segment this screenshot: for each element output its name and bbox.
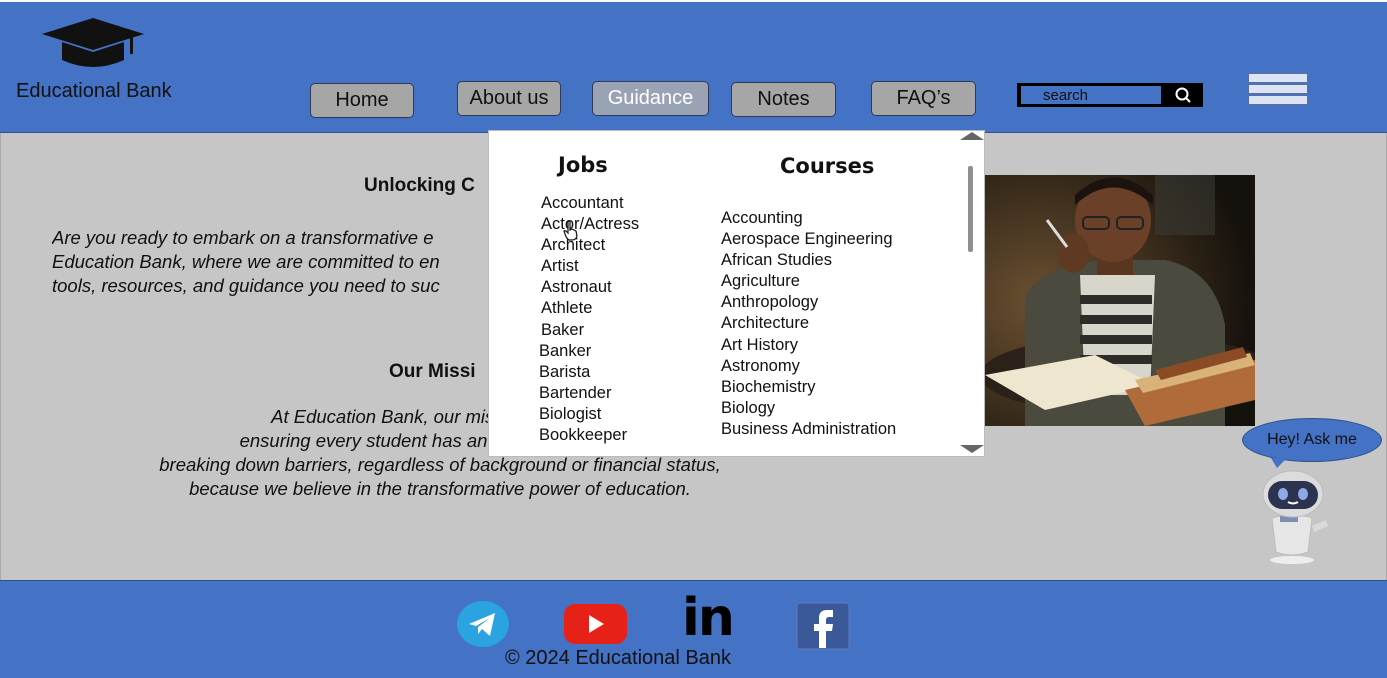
course-item[interactable]: Biology — [721, 398, 896, 419]
brand-name[interactable]: Educational Bank — [16, 80, 172, 103]
courses-list: Accounting Aerospace Engineering African… — [721, 208, 896, 440]
chatbot-bubble-tail — [1271, 458, 1287, 468]
job-item[interactable]: Artist — [541, 256, 639, 277]
intro-line: Education Bank, where we are committed t… — [52, 251, 440, 272]
graduation-cap-icon — [42, 18, 144, 67]
youtube-icon[interactable] — [563, 603, 628, 645]
job-item[interactable]: Actor/Actress — [541, 214, 639, 235]
job-item[interactable]: Astronaut — [541, 277, 639, 298]
unlocking-heading: Unlocking C — [364, 175, 475, 196]
hand-cursor-icon — [563, 220, 578, 241]
courses-column-title: Courses — [780, 154, 875, 178]
search-button[interactable] — [1163, 83, 1203, 107]
jobs-list: Accountant Actor/Actress Architect Artis… — [539, 193, 639, 446]
guidance-dropdown-menu: Jobs Courses Accountant Actor/Actress Ar… — [488, 130, 985, 457]
course-item[interactable]: African Studies — [721, 250, 896, 271]
course-item[interactable]: Business Administration — [721, 419, 896, 440]
jobs-column-title: Jobs — [558, 153, 608, 177]
linkedin-icon[interactable]: in — [682, 590, 735, 646]
course-item[interactable]: Anthropology — [721, 292, 896, 313]
intro-paragraph: Are you ready to embark on a transformat… — [52, 226, 492, 298]
nav-notes-button[interactable]: Notes — [731, 82, 836, 117]
mission-heading: Our Missi — [389, 361, 476, 382]
nav-home-button[interactable]: Home — [310, 83, 414, 118]
mission-line: because we believe in the transformative… — [189, 478, 691, 499]
course-item[interactable]: Architecture — [721, 313, 896, 334]
intro-line: Are you ready to embark on a transformat… — [52, 227, 434, 248]
course-item[interactable]: Art History — [721, 335, 896, 356]
nav-guidance-button[interactable]: Guidance — [592, 81, 709, 116]
dropdown-scrollbar[interactable] — [968, 166, 973, 252]
search-input[interactable] — [1021, 86, 1161, 104]
copyright-text: © 2024 Educational Bank — [505, 647, 732, 669]
course-item[interactable]: Accounting — [721, 208, 896, 229]
job-item[interactable]: Barista — [539, 362, 639, 383]
intro-line: tools, resources, and guidance you need … — [52, 275, 440, 296]
job-item[interactable]: Bookkeeper — [539, 425, 639, 446]
chatbot-bubble[interactable]: Hey! Ask me — [1242, 418, 1382, 462]
course-item[interactable]: Aerospace Engineering — [721, 229, 896, 250]
facebook-icon[interactable] — [796, 602, 850, 650]
course-item[interactable]: Agriculture — [721, 271, 896, 292]
telegram-icon[interactable] — [456, 600, 510, 648]
hamburger-menu-icon[interactable] — [1248, 73, 1308, 106]
job-item[interactable]: Accountant — [541, 193, 639, 214]
job-item[interactable]: Athlete — [541, 298, 639, 319]
course-item[interactable]: Biochemistry — [721, 377, 896, 398]
search-icon — [1175, 87, 1191, 103]
job-item[interactable]: Biologist — [539, 404, 639, 425]
course-item[interactable]: Astronomy — [721, 356, 896, 377]
student-studying-photo — [985, 175, 1255, 426]
job-item[interactable]: Banker — [539, 341, 639, 362]
job-item[interactable]: Bartender — [539, 383, 639, 404]
nav-faq-button[interactable]: FAQ’s — [871, 81, 976, 116]
scroll-down-arrow-icon[interactable] — [959, 444, 985, 454]
job-item[interactable]: Architect — [541, 235, 639, 256]
robot-icon[interactable] — [1250, 470, 1334, 565]
scroll-up-arrow-icon[interactable] — [959, 131, 985, 141]
job-item[interactable]: Baker — [541, 320, 639, 341]
nav-about-button[interactable]: About us — [457, 81, 561, 116]
